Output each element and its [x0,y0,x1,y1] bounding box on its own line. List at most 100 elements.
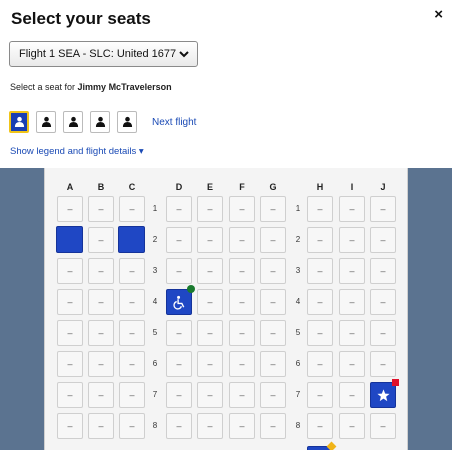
seat-6G[interactable]: – [260,351,286,377]
seat-2E[interactable]: – [197,227,223,253]
seat-4B[interactable]: – [88,289,114,315]
seat-5C[interactable]: – [119,320,145,346]
seat-2G[interactable]: – [260,227,286,253]
seat-3B[interactable]: – [88,258,114,284]
seat-3F[interactable]: – [229,258,255,284]
passenger-name: Jimmy McTravelerson [77,82,172,92]
passenger-tab-4[interactable] [90,111,110,133]
seat-3G[interactable]: – [260,258,286,284]
passenger-prompt: Select a seat for Jimmy McTravelerson [10,82,172,92]
flight-select[interactable]: Flight 1 SEA - SLC: United 1677 [9,41,198,67]
seat-8E[interactable]: – [197,413,223,439]
accessible-indicator-dot [187,285,195,293]
seat-2B[interactable]: – [88,227,114,253]
seat-4C[interactable]: – [119,289,145,315]
seat-8G[interactable]: – [260,413,286,439]
seat-4G[interactable]: – [260,289,286,315]
seat-6I[interactable]: – [339,351,365,377]
seat-2H[interactable]: – [307,227,333,253]
seat-8I[interactable]: – [339,413,365,439]
passenger-tab-2[interactable] [36,111,56,133]
column-label-C: C [128,182,136,192]
seat-7E[interactable]: – [197,382,223,408]
seat-1B[interactable]: – [88,196,114,222]
seat-2D[interactable]: – [166,227,192,253]
seat-8D[interactable]: – [166,413,192,439]
seat-3A[interactable]: – [57,258,83,284]
seat-2F[interactable]: – [229,227,255,253]
seat-4E[interactable]: – [197,289,223,315]
seat-5F[interactable]: – [229,320,255,346]
seat-2J[interactable]: – [370,227,396,253]
seat-7B[interactable]: – [88,382,114,408]
seat-1E[interactable]: – [197,196,223,222]
seat-4J[interactable]: – [370,289,396,315]
seat-3C[interactable]: – [119,258,145,284]
seat-2A[interactable] [56,226,83,253]
seat-2C[interactable] [118,226,145,253]
seat-7A[interactable]: – [57,382,83,408]
seat-7H[interactable]: – [307,382,333,408]
seat-1J[interactable]: – [370,196,396,222]
premium-indicator-square [392,379,399,386]
seat-8A[interactable]: – [57,413,83,439]
seat-4A[interactable]: – [57,289,83,315]
seat-5A[interactable]: – [57,320,83,346]
seat-4D[interactable] [166,289,192,315]
seat-1H[interactable]: – [307,196,333,222]
seat-6H[interactable]: – [307,351,333,377]
seat-4I[interactable]: – [339,289,365,315]
seat-6C[interactable]: – [119,351,145,377]
passenger-tab-5[interactable] [117,111,137,133]
passenger-tab-3[interactable] [63,111,83,133]
fuselage-left [0,168,44,450]
seat-8C[interactable]: – [119,413,145,439]
seat-5J[interactable]: – [370,320,396,346]
seat-5I[interactable]: – [339,320,365,346]
passenger-tab-1[interactable] [9,111,29,133]
close-icon[interactable]: × [434,6,443,23]
seat-6F[interactable]: – [229,351,255,377]
seat-7F[interactable]: – [229,382,255,408]
seat-8F[interactable]: – [229,413,255,439]
seat-3I[interactable]: – [339,258,365,284]
seat-2I[interactable]: – [339,227,365,253]
seat-5D[interactable]: – [166,320,192,346]
seat-8J[interactable]: – [370,413,396,439]
seat-1D[interactable]: – [166,196,192,222]
seat-3E[interactable]: – [197,258,223,284]
seat-5G[interactable]: – [260,320,286,346]
seat-3D[interactable]: – [166,258,192,284]
seat-8B[interactable]: – [88,413,114,439]
wheelchair-icon [173,295,185,310]
seat-5B[interactable]: – [88,320,114,346]
seat-7G[interactable]: – [260,382,286,408]
seat-4H[interactable]: – [307,289,333,315]
seat-6A[interactable]: – [57,351,83,377]
seat-1G[interactable]: – [260,196,286,222]
seat-8H[interactable]: – [307,413,333,439]
next-flight-link[interactable]: Next flight [152,117,196,128]
seat-6B[interactable]: – [88,351,114,377]
person-icon [122,116,133,127]
seat-1C[interactable]: – [119,196,145,222]
chevron-down-icon [179,51,189,58]
row-number-4-right: 4 [295,297,301,306]
seat-3J[interactable]: – [370,258,396,284]
seat-1A[interactable]: – [57,196,83,222]
seat-1I[interactable]: – [339,196,365,222]
seat-6D[interactable]: – [166,351,192,377]
seat-6J[interactable]: – [370,351,396,377]
seat-7I[interactable]: – [339,382,365,408]
person-icon [41,116,52,127]
seat-1F[interactable]: – [229,196,255,222]
legend-toggle-link[interactable]: Show legend and flight details ▾ [10,146,144,157]
seat-6E[interactable]: – [197,351,223,377]
seat-7C[interactable]: – [119,382,145,408]
seat-5E[interactable]: – [197,320,223,346]
seat-7D[interactable]: – [166,382,192,408]
seat-4F[interactable]: – [229,289,255,315]
flight-select-value: Flight 1 SEA - SLC: United 1677 [19,48,177,60]
seat-3H[interactable]: – [307,258,333,284]
seat-5H[interactable]: – [307,320,333,346]
